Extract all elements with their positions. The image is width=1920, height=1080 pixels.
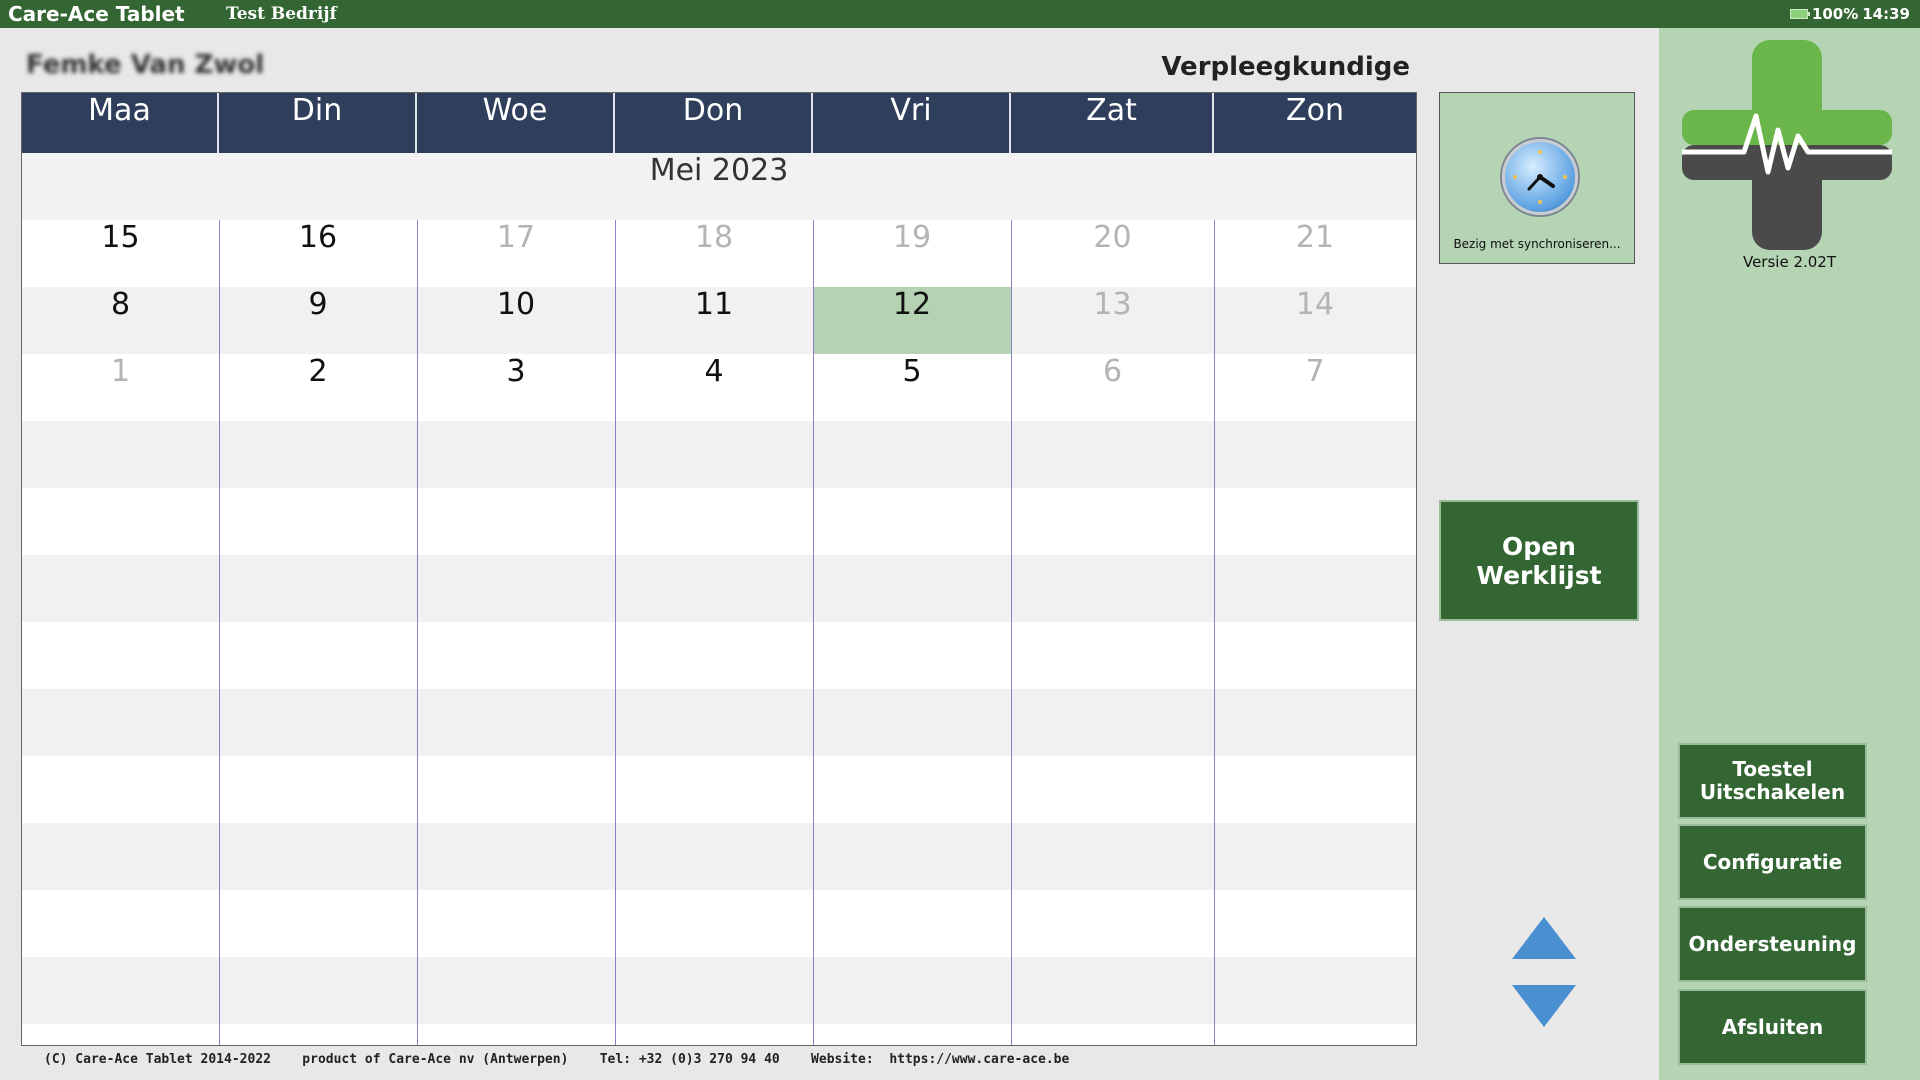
empty-row — [22, 957, 1416, 1024]
day-cell[interactable]: 7 — [1214, 354, 1416, 421]
column-divider — [1214, 220, 1215, 1045]
clock-time: 14:39 — [1862, 5, 1910, 23]
right-panel: Versie 2.02T Toestel Uitschakelen Config… — [1659, 28, 1920, 1080]
day-header-maa: Maa — [22, 93, 219, 153]
day-cell[interactable]: 8 — [22, 287, 219, 354]
empty-row — [22, 1024, 1416, 1045]
sync-label: Bezig met synchroniseren... — [1453, 237, 1621, 251]
empty-row — [22, 756, 1416, 823]
battery-level: 100% — [1811, 5, 1859, 23]
app-title: Care-Ace Tablet — [8, 2, 185, 26]
scroll-down-arrow-icon[interactable] — [1512, 985, 1576, 1027]
column-divider — [1011, 220, 1012, 1045]
day-cell[interactable]: 21 — [1214, 220, 1416, 287]
day-header-vri: Vri — [813, 93, 1011, 153]
footer-website[interactable]: Website: https://www.care-ace.be — [811, 1052, 1069, 1067]
day-cell[interactable]: 4 — [615, 354, 813, 421]
calendar-header: Maa Din Woe Don Vri Zat Zon — [22, 93, 1416, 153]
footer: (C) Care-Ace Tablet 2014-2022 product of… — [44, 1052, 1069, 1067]
month-label: Mei 2023 — [22, 153, 1416, 220]
day-header-woe: Woe — [417, 93, 615, 153]
close-app-button[interactable]: Afsluiten — [1678, 989, 1867, 1065]
column-divider — [813, 220, 814, 1045]
sync-clock-icon — [1502, 139, 1578, 215]
user-name: Femke Van Zwol — [26, 50, 265, 80]
empty-row — [22, 421, 1416, 488]
day-cell[interactable]: 18 — [615, 220, 813, 287]
day-cell[interactable]: 10 — [417, 287, 615, 354]
empty-row — [22, 890, 1416, 957]
company-name: Test Bedrijf — [226, 4, 337, 24]
day-cell[interactable]: 16 — [219, 220, 417, 287]
day-cell-today[interactable]: 12 — [813, 287, 1011, 354]
day-cell[interactable]: 13 — [1011, 287, 1214, 354]
column-divider — [615, 220, 616, 1045]
column-divider — [417, 220, 418, 1045]
column-divider — [219, 220, 220, 1045]
empty-row — [22, 622, 1416, 689]
day-header-zon: Zon — [1286, 93, 1344, 128]
scroll-up-arrow-icon[interactable] — [1512, 917, 1576, 959]
calendar: Maa Din Woe Don Vri Zat Zon Mei 2023 15 … — [21, 92, 1417, 1046]
day-cell[interactable]: 17 — [417, 220, 615, 287]
day-cell[interactable]: 20 — [1011, 220, 1214, 287]
day-cell[interactable]: 11 — [615, 287, 813, 354]
day-cell[interactable]: 6 — [1011, 354, 1214, 421]
status-area: 100% 14:39 — [1789, 5, 1910, 23]
top-bar: Care-Ace Tablet Test Bedrijf 100% 14:39 — [0, 0, 1920, 28]
empty-row — [22, 689, 1416, 756]
day-cell[interactable]: 14 — [1214, 287, 1416, 354]
configuration-button[interactable]: Configuratie — [1678, 824, 1867, 900]
day-cell[interactable]: 3 — [417, 354, 615, 421]
user-role: Verpleegkundige — [1161, 52, 1410, 82]
footer-copyright: (C) Care-Ace Tablet 2014-2022 — [44, 1052, 271, 1067]
day-cell[interactable]: 5 — [813, 354, 1011, 421]
day-cell[interactable]: 1 — [22, 354, 219, 421]
day-header-zat: Zat — [1011, 93, 1214, 153]
empty-row — [22, 488, 1416, 555]
battery-icon — [1789, 9, 1810, 19]
day-header-din: Din — [219, 93, 417, 153]
footer-tel: Tel: +32 (0)3 270 94 40 — [599, 1052, 780, 1067]
day-cell[interactable]: 9 — [219, 287, 417, 354]
day-cell[interactable]: 2 — [219, 354, 417, 421]
sync-status-tile[interactable]: Bezig met synchroniseren... — [1439, 92, 1635, 264]
footer-product: product of Care-Ace nv (Antwerpen) — [302, 1052, 569, 1067]
version-label: Versie 2.02T — [1742, 253, 1837, 271]
day-cell[interactable]: 15 — [22, 220, 219, 287]
day-cell[interactable]: 19 — [813, 220, 1011, 287]
shutdown-device-button[interactable]: Toestel Uitschakelen — [1678, 743, 1867, 819]
empty-row — [22, 555, 1416, 622]
care-ace-logo-icon — [1682, 40, 1892, 250]
open-worklist-button[interactable]: Open Werklijst — [1439, 500, 1639, 621]
empty-row — [22, 823, 1416, 890]
support-button[interactable]: Ondersteuning — [1678, 906, 1867, 982]
day-header-don: Don — [615, 93, 813, 153]
